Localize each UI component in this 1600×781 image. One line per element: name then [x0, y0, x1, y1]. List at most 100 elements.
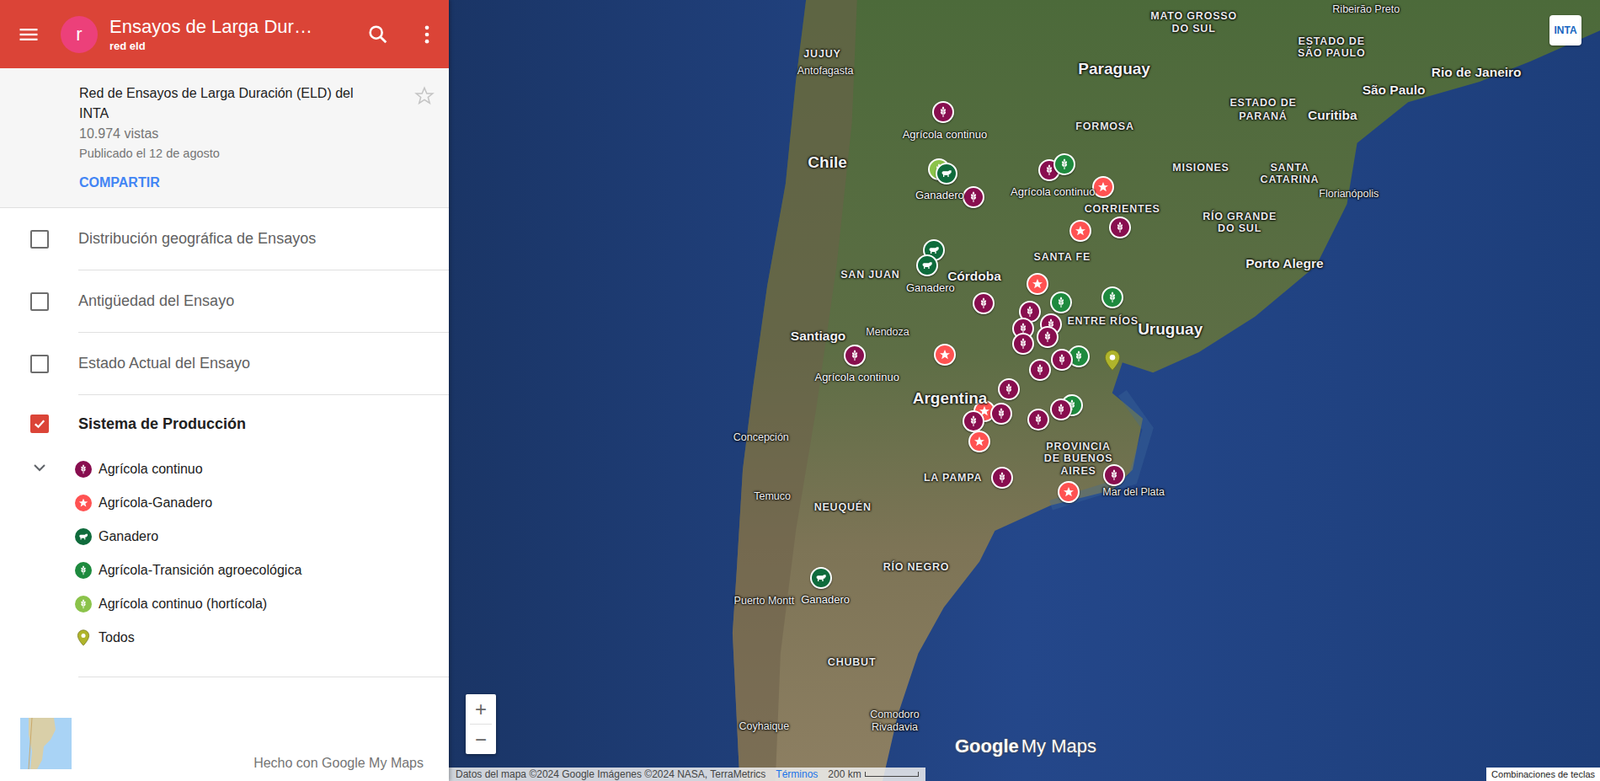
legend-label: Agrícola-Transición agroecológica — [98, 562, 302, 578]
basemap-button[interactable] — [20, 717, 72, 773]
star-icon — [1096, 180, 1110, 194]
share-button[interactable]: COMPARTIR — [79, 172, 416, 193]
user-avatar[interactable]: r — [60, 16, 98, 54]
layer-name[interactable]: Distribución geográfica de Ensayos — [78, 208, 449, 271]
map-marker[interactable] — [1050, 291, 1072, 314]
map-marker[interactable] — [1069, 219, 1092, 242]
cow-icon — [920, 258, 934, 272]
legend-marker — [74, 494, 92, 512]
map-marker[interactable] — [916, 254, 939, 277]
layer-row[interactable]: Distribución geográfica de Ensayos — [0, 208, 449, 271]
legend-item[interactable]: Agrícola continuo — [0, 452, 449, 486]
map-marker[interactable] — [962, 410, 985, 432]
place-label: Curitiba — [1307, 107, 1358, 123]
map-marker[interactable] — [972, 292, 995, 315]
map-thumbnail-icon — [20, 717, 72, 769]
legend-item[interactable]: Agrícola-Ganadero — [0, 485, 449, 520]
place-label: Comodoro — [869, 708, 919, 720]
place-label: CATARINA — [1260, 173, 1320, 186]
marker-label: Agrícola continuo — [902, 127, 987, 140]
wheat-icon — [1031, 412, 1046, 427]
map-marker[interactable] — [1101, 286, 1124, 309]
map-canvas[interactable]: Agrícola continuo Ganadero Agrícola contin… — [448, 0, 1600, 781]
star-icon — [938, 347, 952, 362]
map-marker[interactable] — [1050, 398, 1072, 421]
layer-checkbox[interactable] — [30, 354, 49, 374]
map-title[interactable]: Ensayos de Larga Dur… — [109, 15, 347, 39]
legend-item[interactable]: Ganadero — [0, 519, 449, 554]
map-marker[interactable] — [968, 430, 991, 453]
wheat-icon — [1055, 352, 1069, 367]
place-label: Chile — [807, 153, 847, 172]
map-marker[interactable] — [1050, 348, 1073, 371]
made-with-text: Hecho con Google My Maps — [253, 753, 424, 773]
layer-checkbox[interactable] — [30, 292, 49, 311]
map-marker[interactable] — [1103, 464, 1126, 486]
place-label: ESTADO DE — [1229, 96, 1296, 109]
wheat-icon — [77, 463, 90, 475]
layer-checkbox-cell — [0, 394, 79, 453]
star-button[interactable] — [413, 85, 436, 107]
map-marker[interactable] — [991, 466, 1014, 489]
google-my-maps-logo: GoogleMy Maps — [954, 735, 1097, 758]
map-marker[interactable] — [962, 186, 985, 208]
cow-icon — [939, 166, 954, 181]
map-marker[interactable] — [990, 402, 1013, 425]
pin-icon — [74, 628, 92, 647]
collapse-button[interactable] — [29, 457, 50, 481]
layer-name[interactable]: Sistema de Producción — [78, 394, 449, 453]
layer-name[interactable]: Estado Actual del Ensayo — [78, 332, 449, 395]
layer-row[interactable]: Antigüedad del Ensayo — [0, 270, 449, 333]
wheat-icon — [1002, 382, 1016, 396]
marker-label: Agrícola continuo — [814, 370, 899, 384]
place-label: Puerto Montt — [734, 594, 795, 607]
layer-name[interactable]: Antigüedad del Ensayo — [78, 270, 449, 333]
legend-item[interactable]: Todos — [0, 620, 449, 655]
place-label: SANTA FE — [1034, 250, 1092, 263]
legend-label: Agrícola continuo (hortícola) — [98, 596, 267, 612]
keyboard-shortcuts-button[interactable]: Combinaciones de teclas — [1486, 767, 1600, 781]
legend-item[interactable]: Agrícola continuo (hortícola) — [0, 586, 449, 621]
terms-link[interactable]: Términos — [775, 768, 818, 780]
layer-checkbox-cell — [0, 270, 79, 333]
inta-logo: INTA — [1549, 15, 1582, 46]
map-marker[interactable] — [935, 162, 958, 185]
place-label: JUJUY — [803, 48, 841, 60]
menu-button[interactable] — [16, 22, 41, 47]
map-marker[interactable] — [1029, 358, 1051, 381]
layer-row[interactable]: Sistema de Producción — [0, 394, 449, 453]
place-label: MATO GROSSO — [1150, 10, 1238, 22]
layer-row[interactable]: Estado Actual del Ensayo — [0, 332, 449, 395]
map-marker[interactable] — [1109, 216, 1131, 239]
map-marker[interactable] — [1026, 272, 1049, 295]
place-label: Paraguay — [1077, 59, 1151, 79]
place-label: RÍO NEGRO — [883, 560, 950, 573]
pin-icon — [1101, 346, 1124, 375]
more-button[interactable] — [415, 22, 439, 47]
map-marker[interactable] — [1101, 346, 1124, 375]
star-icon — [972, 434, 987, 448]
wheat-icon — [976, 296, 991, 310]
map-marker[interactable] — [1036, 325, 1059, 348]
map-marker[interactable] — [1092, 176, 1115, 198]
layer-checkbox[interactable] — [30, 414, 49, 433]
wheat-icon — [1105, 290, 1120, 304]
map-marker[interactable] — [1057, 480, 1080, 503]
zoom-in-button[interactable]: + — [465, 693, 496, 724]
header-bar: rEnsayos de Larga Dur…red eld — [0, 0, 449, 69]
map-marker[interactable] — [810, 566, 832, 589]
legend-item[interactable]: Agrícola-Transición agroecológica — [0, 553, 449, 587]
map-marker[interactable] — [933, 343, 956, 366]
map-marker[interactable] — [1012, 332, 1035, 355]
map-marker[interactable] — [997, 378, 1020, 400]
map-marker[interactable] — [932, 101, 955, 123]
marker-label: Ganadero — [915, 188, 965, 202]
map-marker[interactable] — [1027, 408, 1050, 431]
search-button[interactable] — [366, 22, 390, 47]
sidebar: rEnsayos de Larga Dur…red eldRed de Ensa… — [0, 0, 449, 781]
place-label: Ribeirão Preto — [1332, 3, 1400, 16]
map-marker[interactable] — [843, 344, 866, 367]
zoom-out-button[interactable]: − — [465, 724, 496, 754]
layer-checkbox[interactable] — [30, 229, 49, 249]
map-marker[interactable] — [1053, 153, 1076, 176]
